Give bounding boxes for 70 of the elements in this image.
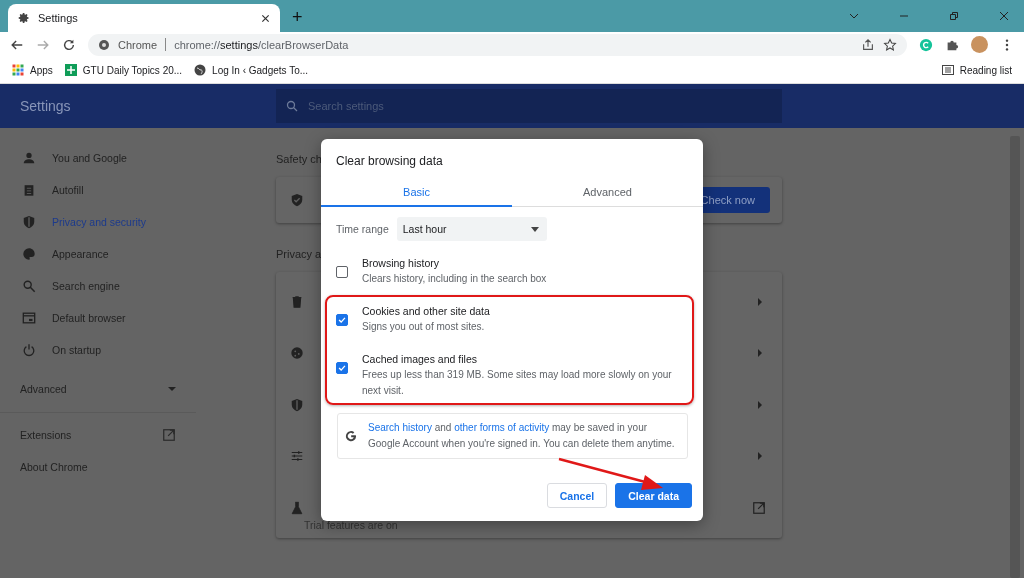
option-description: Frees up less than 319 MB. Some sites may load more slowly on your next visit. xyxy=(362,368,673,398)
info-text: Search history and other forms of activity may be saved in your Google Account when you're signed in. You can delete them anytime. xyxy=(368,421,676,451)
star-icon[interactable] xyxy=(883,37,897,52)
apps-grid-icon xyxy=(12,64,24,76)
shield-icon xyxy=(22,215,36,229)
search-icon xyxy=(22,279,36,293)
sidebar-link[interactable]: Extensions xyxy=(0,419,256,451)
option-description: Clears history, including in the search box xyxy=(362,272,547,286)
checkbox[interactable] xyxy=(336,266,348,278)
sidebar-item[interactable]: On startup xyxy=(0,334,256,366)
avatar[interactable] xyxy=(971,36,988,53)
sidebar-item[interactable]: Default browser xyxy=(0,302,256,334)
dialog-title: Clear browsing data xyxy=(335,153,444,168)
option-title: Cached images and files xyxy=(362,353,478,365)
bookmark[interactable]: Apps xyxy=(12,64,53,76)
person-icon xyxy=(22,151,36,165)
sliders-icon xyxy=(290,449,304,464)
flask-icon xyxy=(290,500,304,515)
share-icon[interactable] xyxy=(861,37,875,52)
bookmark[interactable]: Log In ‹ Gadgets To... xyxy=(194,64,309,76)
bookmark[interactable]: GTU Daily Topics 20... xyxy=(64,64,183,76)
trash-icon xyxy=(290,294,304,309)
clipboard-icon xyxy=(22,183,36,197)
close-icon[interactable] xyxy=(261,13,270,23)
checkbox[interactable] xyxy=(336,314,348,326)
sidebar-item[interactable]: Search engine xyxy=(0,270,256,302)
extension-circle-icon[interactable] xyxy=(919,37,933,52)
shield-check-icon xyxy=(290,193,304,207)
field-label: Time range xyxy=(336,223,389,235)
sidebar-item[interactable]: You and Google xyxy=(0,142,256,174)
caret-icon xyxy=(530,226,539,232)
shield-icon xyxy=(290,397,304,412)
caret-icon xyxy=(168,387,176,391)
address-bar[interactable]: Chrome chrome://settings/clearBrowserData xyxy=(88,33,907,56)
chevron-right-icon[interactable] xyxy=(758,400,762,409)
reload-icon[interactable] xyxy=(62,37,76,52)
external-link-icon[interactable] xyxy=(752,500,766,515)
text-link[interactable]: Search history xyxy=(368,422,432,433)
checkbox[interactable] xyxy=(336,362,348,374)
chevron-right-icon[interactable] xyxy=(758,349,762,358)
chevron-right-icon[interactable] xyxy=(758,297,762,306)
advanced-section-toggle[interactable]: Advanced xyxy=(0,372,256,406)
settings-title: Settings xyxy=(19,98,72,114)
sidebar-item[interactable]: Appearance xyxy=(0,238,256,270)
palette-icon xyxy=(22,247,36,261)
clear-data-button[interactable]: Clear data xyxy=(615,483,692,508)
section-heading: Safety ch xyxy=(276,153,322,165)
reading-list-button[interactable]: Reading list xyxy=(941,64,1012,76)
cookie-icon xyxy=(290,346,304,361)
option-title: Browsing history xyxy=(362,257,441,269)
search-icon xyxy=(286,100,298,112)
cancel-button[interactable]: Cancel xyxy=(546,483,608,508)
browser-window-icon xyxy=(22,311,36,325)
close-icon[interactable] xyxy=(998,10,1010,22)
new-tab-button[interactable]: + xyxy=(284,2,311,32)
time-range-dropdown[interactable]: Last hour xyxy=(396,217,547,241)
browser-tab[interactable]: Settings xyxy=(8,4,280,32)
option-title: Cookies and other site data xyxy=(362,305,490,317)
tab[interactable]: Basic xyxy=(321,178,512,207)
sidebar-link[interactable]: About Chrome xyxy=(0,451,256,483)
chevron-right-icon[interactable] xyxy=(758,452,762,461)
plus-square-icon xyxy=(64,64,77,76)
option-description: Signs you out of most sites. xyxy=(362,320,486,334)
letter-g-icon xyxy=(344,429,358,443)
sidebar-item[interactable]: Autofill xyxy=(0,174,256,206)
text-link[interactable]: other forms of activity xyxy=(454,422,550,433)
gear-icon xyxy=(18,12,30,24)
restore-icon[interactable] xyxy=(948,10,960,22)
power-icon xyxy=(22,343,36,357)
url-text: chrome://settings/clearBrowserData xyxy=(174,38,349,51)
